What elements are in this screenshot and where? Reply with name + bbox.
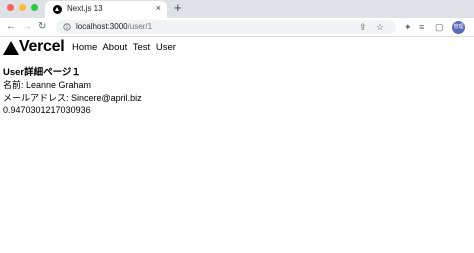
url-text[interactable]: localhost:3000/user/1 [76, 22, 152, 32]
site-nav: Home About Test User [72, 42, 179, 53]
nextjs-favicon-icon [53, 5, 62, 14]
minimize-window-button[interactable] [19, 4, 26, 11]
nav-link-user[interactable]: User [156, 42, 176, 53]
user-name: 名前: Leanne Graham [3, 80, 92, 90]
browser-tab[interactable]: Next.js 13 × [45, 1, 167, 18]
info-icon[interactable] [63, 23, 71, 31]
vercel-logo[interactable]: Vercel [3, 38, 71, 55]
user-email: メールアドレス: Sincere@april.biz [3, 92, 142, 103]
back-button[interactable]: ← [6, 21, 16, 33]
url-path: /user/1 [127, 22, 153, 31]
main-content: User詳細ページ１ 名前: Leanne Graham メールアドレス: Si… [3, 66, 142, 117]
extensions-icon[interactable]: ✦ [404, 21, 412, 33]
new-tab-button[interactable]: + [174, 1, 182, 15]
url-host: localhost:3000 [76, 22, 128, 31]
maximize-window-button[interactable] [31, 4, 38, 11]
close-window-button[interactable] [7, 4, 14, 11]
reload-button[interactable]: ↻ [38, 21, 46, 33]
nav-link-home[interactable]: Home [72, 42, 97, 53]
random-value: 0.9470301217030936 [3, 105, 91, 115]
tab-title: Next.js 13 [67, 4, 103, 13]
profile-avatar[interactable]: 管理 [452, 21, 465, 34]
side-panel-icon[interactable]: ▢ [435, 21, 444, 33]
logo-text: Vercel [19, 38, 65, 55]
tab-strip: Next.js 13 × + [0, 0, 474, 18]
browser-toolbar: ← → ↻ localhost:3000/user/1 ⇪ ☆ ✦ ≡ ▢ 管理 [0, 18, 474, 37]
bookmark-star-icon[interactable]: ☆ [376, 21, 384, 33]
address-bar[interactable]: localhost:3000/user/1 ⇪ ☆ [56, 20, 396, 34]
media-playlist-icon[interactable]: ≡ [419, 21, 424, 33]
share-icon[interactable]: ⇪ [359, 21, 367, 33]
forward-button[interactable]: → [22, 21, 32, 33]
tab-close-icon[interactable]: × [156, 3, 161, 14]
page-title: User詳細ページ１ [3, 67, 81, 78]
nav-link-test[interactable]: Test [133, 42, 150, 53]
vercel-triangle-icon [3, 41, 19, 55]
nav-link-about[interactable]: About [102, 42, 127, 53]
